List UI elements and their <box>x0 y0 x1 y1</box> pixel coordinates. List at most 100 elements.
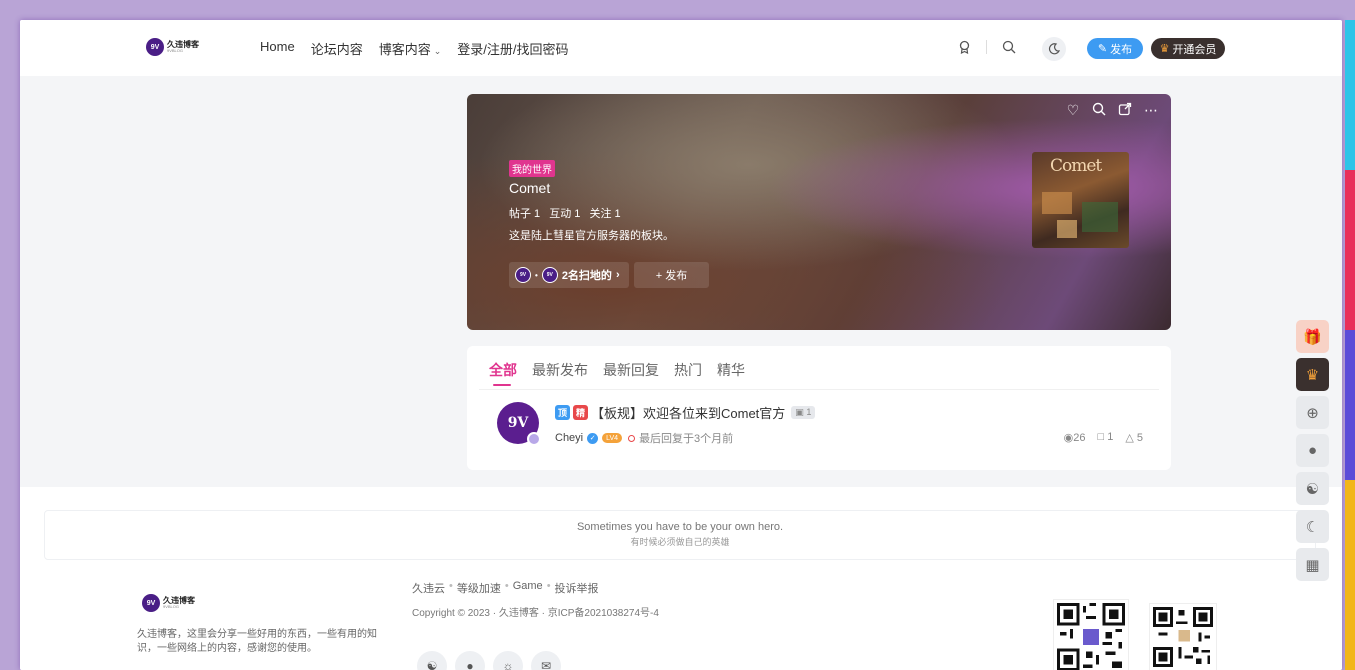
site-logo[interactable]: 9V 久违博客 9VBLOG <box>146 38 199 56</box>
edge-decoration <box>1345 20 1355 170</box>
share-icon[interactable] <box>1117 102 1133 119</box>
copyright: Copyright © 2023 · 久违博客 · 京ICP备202103827… <box>412 608 659 619</box>
tab-latest-reply[interactable]: 最新回复 <box>603 360 659 380</box>
nav-blog[interactable]: 博客内容 ⌄ <box>379 39 442 58</box>
footer-description: 久违博客，这里会分享一些好用的东西，一些有用的知识，一些网络上的内容，感谢您的使… <box>137 629 377 654</box>
add-icon[interactable]: ⊕ <box>1296 396 1329 429</box>
side-toolbar: 🎁 ♛ ⊕ ● ☯ ☾ ▦ <box>1296 320 1329 581</box>
qq-icon[interactable]: ● <box>455 651 485 670</box>
footer-logo[interactable]: 9V 久违博客 9VBLOG <box>142 594 195 612</box>
search-icon[interactable] <box>1091 102 1107 119</box>
search-icon[interactable] <box>999 37 1019 57</box>
publish-button[interactable]: ✎ 发布 <box>1087 38 1143 59</box>
essence-badge: 精 <box>573 405 588 420</box>
qr-code-image <box>1149 603 1217 670</box>
dark-mode-toggle[interactable] <box>1042 37 1066 61</box>
qr-code-image <box>1053 599 1129 670</box>
level-badge: LV4 <box>602 433 623 443</box>
wechat-icon[interactable]: ☯ <box>1296 472 1329 505</box>
motto-chinese: 有时候必须做自己的英雄 <box>630 537 730 547</box>
social-links: ☯ ● ☼ ✉ <box>417 651 561 670</box>
likes-count: 5 <box>1136 432 1143 444</box>
footer-links: 久违云 • 等级加速 • Game • 投诉举报 <box>412 580 599 596</box>
post-meta: Cheyi ✓ LV4 最后回复于3个月前 <box>555 430 733 446</box>
board-description: 这是陆上彗星官方服务器的板块。 <box>509 230 674 242</box>
browser-page: 9V 久违博客 9VBLOG Home 论坛内容 博客内容 ⌄ 登录/注册/找回密… <box>20 20 1342 670</box>
banner-tools: ♡ ⋯ <box>1065 102 1159 119</box>
views-stat: ◉26 <box>1064 431 1086 444</box>
user-badge-icon <box>527 432 541 446</box>
crown-icon: ♛ <box>1159 43 1170 55</box>
vip-label: 开通会员 <box>1172 43 1217 56</box>
vip-button[interactable]: ♛ 开通会员 <box>1151 38 1225 59</box>
tab-all[interactable]: 全部 <box>489 360 517 386</box>
eye-icon: ◉ <box>1063 432 1074 444</box>
weibo-icon[interactable]: ☼ <box>493 651 523 670</box>
heart-icon[interactable]: ♡ <box>1065 102 1081 119</box>
more-icon[interactable]: ⋯ <box>1143 102 1159 119</box>
logo-sub: 9VBLOG <box>167 48 184 53</box>
post-author[interactable]: Cheyi <box>555 432 583 444</box>
nav-home[interactable]: Home <box>260 39 295 58</box>
like-icon: △ <box>1125 432 1137 444</box>
medal-icon[interactable] <box>954 37 974 57</box>
board-name: Comet <box>509 180 551 196</box>
stat-follows: 关注 1 <box>589 208 621 220</box>
crown-icon[interactable]: ♛ <box>1296 358 1329 391</box>
post-title-text: 【板规】欢迎各位来到Comet官方 <box>591 406 786 421</box>
nav-login[interactable]: 登录/注册/找回密码 <box>457 39 568 58</box>
tab-essence[interactable]: 精华 <box>717 360 745 380</box>
footer-link[interactable]: 投诉举报 <box>555 580 599 596</box>
qq-icon[interactable]: ● <box>1296 434 1329 467</box>
moderator-avatar: 9V <box>541 267 558 283</box>
post-tabs: 全部 最新发布 最新回复 热门 精华 <box>489 360 760 386</box>
post-list-card: 全部 最新发布 最新回复 热门 精华 9V 顶 精 【板规】欢迎各位来到Come… <box>467 346 1171 470</box>
motto-box: Sometimes you have to be your own hero. … <box>44 510 1316 560</box>
board-category-tag[interactable]: 我的世界 <box>509 160 555 177</box>
footer-link[interactable]: 等级加速 <box>457 580 501 596</box>
edge-decoration <box>1345 170 1355 330</box>
comments-count: 1 <box>1107 431 1114 443</box>
stat-posts: 帖子 1 <box>509 208 541 220</box>
comment-icon: □ <box>1097 431 1108 443</box>
nav-blog-label: 博客内容 <box>378 42 431 57</box>
logo-mark: 9V <box>146 38 164 56</box>
qr-code-icon[interactable]: ▦ <box>1296 548 1329 581</box>
header-divider <box>986 40 987 54</box>
footer-link[interactable]: Game <box>513 580 543 596</box>
last-reply-time: 最后回复于3个月前 <box>639 433 734 445</box>
pinned-badge: 顶 <box>555 405 570 420</box>
board-publish-button[interactable]: + 发布 <box>634 262 709 288</box>
nav-forum[interactable]: 论坛内容 <box>311 39 363 58</box>
cover-text: Comet <box>1050 156 1102 176</box>
image-count: 1 <box>806 407 812 417</box>
moderators-button[interactable]: 9V • 9V 2名扫地的 › <box>509 262 629 288</box>
tab-hot[interactable]: 热门 <box>674 360 702 380</box>
site-header: 9V 久违博客 9VBLOG Home 论坛内容 博客内容 ⌄ 登录/注册/找回密… <box>20 20 1342 76</box>
chevron-down-icon: ⌄ <box>433 46 442 56</box>
wechat-icon[interactable]: ☯ <box>417 651 447 670</box>
edge-decoration <box>1345 330 1355 480</box>
board-stats: 帖子 1 互动 1 关注 1 <box>509 205 627 221</box>
footer-link[interactable]: 久违云 <box>412 580 445 596</box>
comments-stat: □ 1 <box>1098 431 1114 444</box>
site-footer: Sometimes you have to be your own hero. … <box>20 487 1342 670</box>
moderators-label: 2名扫地的 <box>561 270 612 282</box>
dot-icon: • <box>535 270 538 280</box>
views-count: 26 <box>1073 432 1086 444</box>
motto-english: Sometimes you have to be your own hero. <box>576 521 784 533</box>
avatar[interactable]: 9V <box>497 402 541 446</box>
tab-latest[interactable]: 最新发布 <box>532 360 588 380</box>
moon-icon[interactable]: ☾ <box>1296 510 1329 543</box>
pencil-icon: ✎ <box>1097 43 1108 55</box>
gift-icon[interactable]: 🎁 <box>1296 320 1329 353</box>
mail-icon[interactable]: ✉ <box>531 651 561 670</box>
divider <box>479 389 1159 390</box>
post-stats: ◉26 □ 1 △ 5 <box>1064 431 1143 444</box>
post-title[interactable]: 顶 精 【板规】欢迎各位来到Comet官方 ▣ 1 <box>555 403 816 422</box>
likes-stat: △ 5 <box>1125 431 1143 444</box>
stat-interactions: 互动 1 <box>549 208 581 220</box>
board-cover-image: Comet <box>1032 152 1129 248</box>
board-banner: ♡ ⋯ 我的世界 Comet 帖子 1 互动 1 关注 1 这是陆上彗星官方服务… <box>467 94 1171 330</box>
edge-decoration <box>1345 480 1355 670</box>
